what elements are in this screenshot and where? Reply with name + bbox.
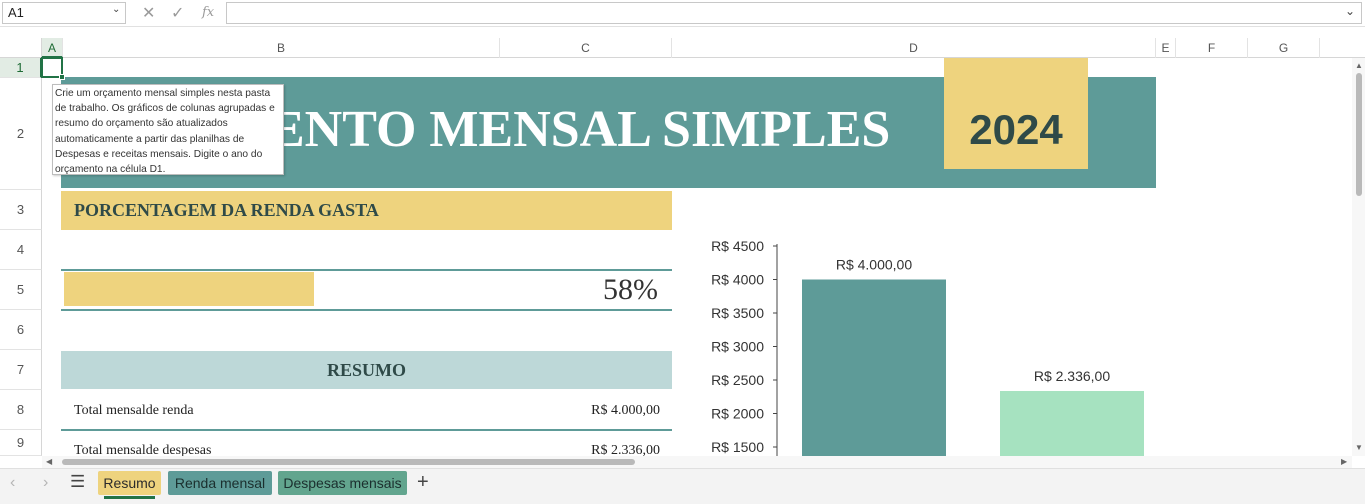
scroll-up-icon[interactable]: ▲	[1355, 61, 1363, 70]
tab-despesas-mensais[interactable]: Despesas mensais	[278, 471, 407, 495]
horizontal-scroll-thumb[interactable]	[62, 459, 635, 465]
divider	[61, 309, 672, 311]
column-header-g[interactable]: G	[1248, 38, 1320, 58]
y-tick-label: R$ 4500	[711, 238, 764, 254]
divider	[61, 429, 672, 431]
row-header-9[interactable]: 9	[0, 430, 42, 456]
percent-spent-value: 58%	[603, 273, 658, 306]
percent-spent-bar	[64, 272, 314, 306]
summary-title: RESUMO	[326, 360, 406, 380]
summary-income-label: Total mensalde renda	[74, 403, 194, 418]
row-header-4[interactable]: 4	[0, 230, 42, 270]
cancel-icon[interactable]: ✕	[142, 3, 155, 23]
fill-handle[interactable]	[59, 74, 65, 80]
scroll-down-icon[interactable]: ▼	[1355, 443, 1363, 452]
insert-function-icon[interactable]: fx	[202, 5, 214, 20]
expand-formula-icon[interactable]: ⌄	[1345, 4, 1355, 18]
divider	[61, 269, 672, 271]
chart-bar	[802, 279, 946, 456]
percent-spent-title: PORCENTAGEM DA RENDA GASTA	[74, 200, 379, 220]
cell-comment-tooltip: Crie um orçamento mensal simples nesta p…	[52, 84, 284, 175]
column-header-e[interactable]: E	[1156, 38, 1176, 58]
column-header-d[interactable]: D	[672, 38, 1156, 58]
active-tab-indicator	[104, 496, 155, 499]
column-header-f[interactable]: F	[1176, 38, 1248, 58]
y-tick-label: R$ 4000	[711, 272, 764, 288]
row-header-6[interactable]: 6	[0, 310, 42, 350]
row-header-3[interactable]: 3	[0, 190, 42, 230]
row-header-7[interactable]: 7	[0, 350, 42, 390]
y-tick-label: R$ 2000	[711, 406, 764, 422]
row-header-1[interactable]: 1	[0, 58, 42, 78]
y-tick-label: R$ 3000	[711, 339, 764, 355]
add-sheet-icon[interactable]: +	[417, 471, 429, 494]
row-header-5[interactable]: 5	[0, 270, 42, 310]
row-header-8[interactable]: 8	[0, 390, 42, 430]
column-header-bar: A B C D E F G	[0, 38, 1365, 58]
scroll-left-icon[interactable]: ◀	[46, 457, 52, 466]
year-value: 2024	[969, 106, 1063, 153]
bar-data-label: R$ 4.000,00	[836, 257, 912, 273]
column-header-a[interactable]: A	[42, 38, 63, 58]
y-tick-label: R$ 3500	[711, 305, 764, 321]
summary-income-value: R$ 4.000,00	[591, 403, 660, 418]
tab-scroll-right-icon[interactable]: ›	[43, 474, 48, 492]
tab-resumo[interactable]: Resumo	[98, 471, 161, 495]
page-title: ENTO MENSAL SIMPLES	[270, 101, 891, 158]
chevron-down-icon[interactable]: ⌄	[112, 4, 120, 15]
formula-input[interactable]	[226, 2, 1362, 24]
vertical-scroll-thumb[interactable]	[1356, 73, 1362, 196]
sheet-list-menu-icon[interactable]: ☰	[70, 472, 85, 492]
confirm-icon[interactable]: ✓	[171, 3, 184, 23]
chart-bar	[1000, 390, 1144, 456]
bar-data-label: R$ 2.336,00	[1034, 368, 1110, 384]
y-tick-label: R$ 2500	[711, 372, 764, 388]
tab-renda-mensal[interactable]: Renda mensal	[168, 471, 272, 495]
income-expense-chart[interactable]: R$ 1500 R$ 2000 R$ 2500 R$ 3000 R$ 3500 R$ 40…	[690, 230, 1150, 456]
scroll-right-icon[interactable]: ▶	[1341, 457, 1347, 466]
column-header-b[interactable]: B	[63, 38, 500, 58]
column-header-c[interactable]: C	[500, 38, 672, 58]
select-all-corner[interactable]	[0, 38, 42, 58]
y-tick-label: R$ 1500	[711, 439, 764, 455]
row-header-2[interactable]: 2	[0, 78, 42, 190]
name-box[interactable]: A1	[2, 2, 126, 24]
tab-scroll-left-icon[interactable]: ‹	[10, 474, 15, 492]
